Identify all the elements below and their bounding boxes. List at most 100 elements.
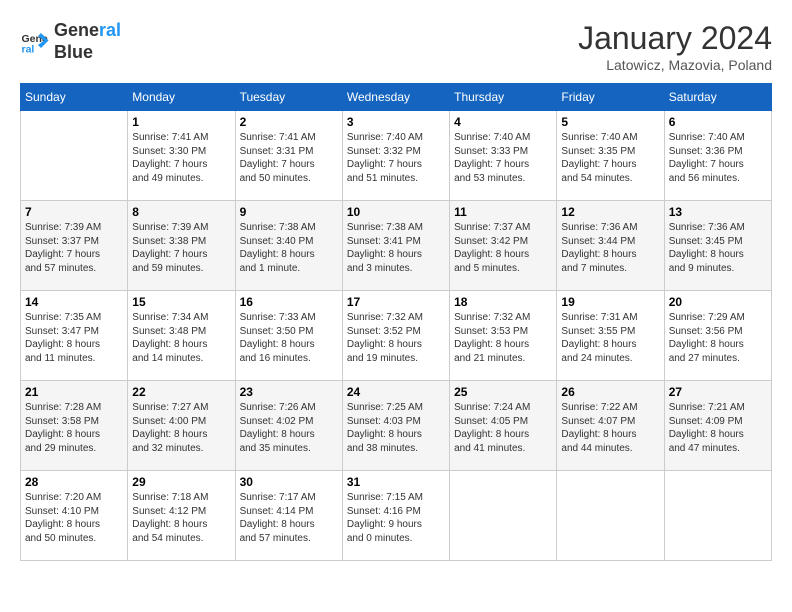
calendar-cell: 22 Sunrise: 7:27 AMSunset: 4:00 PMDayligh… [128, 381, 235, 471]
calendar-header-row: SundayMondayTuesdayWednesdayThursdayFrid… [21, 84, 772, 111]
calendar-cell: 1 Sunrise: 7:41 AMSunset: 3:30 PMDaylight… [128, 111, 235, 201]
week-row-2: 14 Sunrise: 7:35 AMSunset: 3:47 PMDayligh… [21, 291, 772, 381]
calendar-cell: 7 Sunrise: 7:39 AMSunset: 3:37 PMDaylight… [21, 201, 128, 291]
calendar-cell: 15 Sunrise: 7:34 AMSunset: 3:48 PMDayligh… [128, 291, 235, 381]
cell-content: Sunrise: 7:27 AMSunset: 4:00 PMDaylight:… [132, 401, 230, 455]
logo-text: GeneralBlue [54, 20, 121, 63]
day-number: 26 [561, 385, 659, 399]
calendar-cell [450, 471, 557, 561]
cell-content: Sunrise: 7:33 AMSunset: 3:50 PMDaylight:… [240, 311, 338, 365]
calendar-cell: 14 Sunrise: 7:35 AMSunset: 3:47 PMDayligh… [21, 291, 128, 381]
cell-content: Sunrise: 7:40 AMSunset: 3:33 PMDaylight:… [454, 131, 552, 185]
cell-content: Sunrise: 7:29 AMSunset: 3:56 PMDaylight:… [669, 311, 767, 365]
title-block: January 2024 Latowicz, Mazovia, Poland [578, 20, 772, 73]
calendar-cell: 11Sunrise: 7:37 AMSunset: 3:42 PMDayligh… [450, 201, 557, 291]
cell-content: Sunrise: 7:38 AMSunset: 3:40 PMDaylight:… [240, 221, 338, 275]
cell-content: Sunrise: 7:38 AMSunset: 3:41 PMDaylight:… [347, 221, 445, 275]
calendar-cell: 17Sunrise: 7:32 AMSunset: 3:52 PMDayligh… [342, 291, 449, 381]
day-number: 13 [669, 205, 767, 219]
week-row-1: 7 Sunrise: 7:39 AMSunset: 3:37 PMDaylight… [21, 201, 772, 291]
day-number: 1 [132, 115, 230, 129]
col-header-sunday: Sunday [21, 84, 128, 111]
week-row-0: 1 Sunrise: 7:41 AMSunset: 3:30 PMDaylight… [21, 111, 772, 201]
cell-content: Sunrise: 7:36 AMSunset: 3:44 PMDaylight:… [561, 221, 659, 275]
cell-content: Sunrise: 7:26 AMSunset: 4:02 PMDaylight:… [240, 401, 338, 455]
day-number: 23 [240, 385, 338, 399]
calendar-cell: 23 Sunrise: 7:26 AMSunset: 4:02 PMDayligh… [235, 381, 342, 471]
cell-content: Sunrise: 7:35 AMSunset: 3:47 PMDaylight:… [25, 311, 123, 365]
col-header-saturday: Saturday [664, 84, 771, 111]
day-number: 14 [25, 295, 123, 309]
cell-content: Sunrise: 7:40 AMSunset: 3:36 PMDaylight:… [669, 131, 767, 185]
day-number: 25 [454, 385, 552, 399]
calendar-cell: 31 Sunrise: 7:15 AMSunset: 4:16 PMDayligh… [342, 471, 449, 561]
day-number: 4 [454, 115, 552, 129]
calendar-cell: 2Sunrise: 7:41 AMSunset: 3:31 PMDaylight… [235, 111, 342, 201]
cell-content: Sunrise: 7:18 AMSunset: 4:12 PMDaylight:… [132, 491, 230, 545]
calendar-cell: 3 Sunrise: 7:40 AMSunset: 3:32 PMDaylight… [342, 111, 449, 201]
col-header-friday: Friday [557, 84, 664, 111]
day-number: 28 [25, 475, 123, 489]
calendar-cell: 4 Sunrise: 7:40 AMSunset: 3:33 PMDaylight… [450, 111, 557, 201]
cell-content: Sunrise: 7:15 AMSunset: 4:16 PMDaylight:… [347, 491, 445, 545]
cell-content: Sunrise: 7:32 AMSunset: 3:53 PMDaylight:… [454, 311, 552, 365]
cell-content: Sunrise: 7:40 AMSunset: 3:35 PMDaylight:… [561, 131, 659, 185]
day-number: 16 [240, 295, 338, 309]
cell-content: Sunrise: 7:41 AMSunset: 3:31 PMDaylight:… [240, 131, 338, 185]
cell-content: Sunrise: 7:20 AMSunset: 4:10 PMDaylight:… [25, 491, 123, 545]
calendar-cell: 13 Sunrise: 7:36 AMSunset: 3:45 PMDayligh… [664, 201, 771, 291]
svg-text:ral: ral [22, 43, 35, 55]
calendar-cell: 16 Sunrise: 7:33 AMSunset: 3:50 PMDayligh… [235, 291, 342, 381]
day-number: 15 [132, 295, 230, 309]
day-number: 9 [240, 205, 338, 219]
col-header-tuesday: Tuesday [235, 84, 342, 111]
calendar-cell: 9 Sunrise: 7:38 AMSunset: 3:40 PMDaylight… [235, 201, 342, 291]
cell-content: Sunrise: 7:41 AMSunset: 3:30 PMDaylight:… [132, 131, 230, 185]
cell-content: Sunrise: 7:31 AMSunset: 3:55 PMDaylight:… [561, 311, 659, 365]
calendar-cell: 24Sunrise: 7:25 AMSunset: 4:03 PMDayligh… [342, 381, 449, 471]
day-number: 10 [347, 205, 445, 219]
cell-content: Sunrise: 7:21 AMSunset: 4:09 PMDaylight:… [669, 401, 767, 455]
calendar-cell: 8Sunrise: 7:39 AMSunset: 3:38 PMDaylight… [128, 201, 235, 291]
calendar-cell: 5 Sunrise: 7:40 AMSunset: 3:35 PMDaylight… [557, 111, 664, 201]
day-number: 22 [132, 385, 230, 399]
week-row-4: 28 Sunrise: 7:20 AMSunset: 4:10 PMDayligh… [21, 471, 772, 561]
month-title: January 2024 [578, 20, 772, 57]
day-number: 12 [561, 205, 659, 219]
col-header-wednesday: Wednesday [342, 84, 449, 111]
calendar-cell: 29Sunrise: 7:18 AMSunset: 4:12 PMDayligh… [128, 471, 235, 561]
calendar-cell: 21Sunrise: 7:28 AMSunset: 3:58 PMDayligh… [21, 381, 128, 471]
day-number: 21 [25, 385, 123, 399]
day-number: 11 [454, 205, 552, 219]
page-header: Gene ral GeneralBlue January 2024 Latowi… [20, 20, 772, 73]
day-number: 5 [561, 115, 659, 129]
cell-content: Sunrise: 7:25 AMSunset: 4:03 PMDaylight:… [347, 401, 445, 455]
logo: Gene ral GeneralBlue [20, 20, 121, 63]
day-number: 20 [669, 295, 767, 309]
day-number: 27 [669, 385, 767, 399]
cell-content: Sunrise: 7:40 AMSunset: 3:32 PMDaylight:… [347, 131, 445, 185]
calendar-cell [21, 111, 128, 201]
cell-content: Sunrise: 7:36 AMSunset: 3:45 PMDaylight:… [669, 221, 767, 275]
day-number: 7 [25, 205, 123, 219]
cell-content: Sunrise: 7:22 AMSunset: 4:07 PMDaylight:… [561, 401, 659, 455]
calendar-table: SundayMondayTuesdayWednesdayThursdayFrid… [20, 83, 772, 561]
day-number: 6 [669, 115, 767, 129]
day-number: 19 [561, 295, 659, 309]
calendar-cell: 25Sunrise: 7:24 AMSunset: 4:05 PMDayligh… [450, 381, 557, 471]
day-number: 18 [454, 295, 552, 309]
day-number: 31 [347, 475, 445, 489]
day-number: 17 [347, 295, 445, 309]
calendar-cell: 30Sunrise: 7:17 AMSunset: 4:14 PMDayligh… [235, 471, 342, 561]
cell-content: Sunrise: 7:39 AMSunset: 3:37 PMDaylight:… [25, 221, 123, 275]
cell-content: Sunrise: 7:34 AMSunset: 3:48 PMDaylight:… [132, 311, 230, 365]
calendar-cell: 6 Sunrise: 7:40 AMSunset: 3:36 PMDaylight… [664, 111, 771, 201]
calendar-cell: 12 Sunrise: 7:36 AMSunset: 3:44 PMDayligh… [557, 201, 664, 291]
logo-icon: Gene ral [20, 27, 50, 57]
col-header-thursday: Thursday [450, 84, 557, 111]
location-subtitle: Latowicz, Mazovia, Poland [578, 57, 772, 73]
calendar-cell [557, 471, 664, 561]
day-number: 3 [347, 115, 445, 129]
day-number: 30 [240, 475, 338, 489]
col-header-monday: Monday [128, 84, 235, 111]
